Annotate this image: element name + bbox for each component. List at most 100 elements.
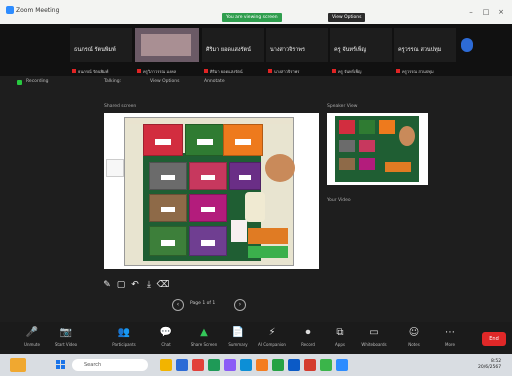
participant-video [141,34,191,56]
page-navigator: ‹ Page 1 of 1 › [172,299,250,311]
close-button[interactable]: × [496,8,506,16]
participant-name: นางสาวจิราพร [270,47,305,53]
muted-icon [204,69,208,73]
taskbar-app-icon[interactable] [304,359,316,371]
lesson-card[interactable] [189,162,227,190]
more-icon: ⋯ [445,327,455,338]
whiteboard-icon: ▭ [369,327,379,338]
shape-icon[interactable]: ▢ [114,280,128,290]
participant-sub: ครู จันทร์เพ็ญ [338,69,362,74]
lesson-card[interactable] [149,194,187,222]
annotate-menu[interactable]: Annotate [204,79,225,84]
weather-icon[interactable] [10,358,26,372]
minimize-button[interactable]: – [466,8,476,16]
shared-screen[interactable] [104,113,319,269]
notes-icon: ☺ [408,327,420,338]
lesson-card[interactable] [189,194,227,222]
save-icon[interactable]: ⤓ [142,280,156,290]
ai-companion-button[interactable]: ⚡ AI Companion [252,326,292,347]
title-bar: Zoom Meeting You are viewing screen View… [0,0,512,24]
participant-name: ศิริมา ยอดแสงรัตน์ [206,47,251,53]
maximize-button[interactable]: □ [481,8,491,16]
lesson-card[interactable] [149,226,187,256]
meeting-status-row: Recording Talking: View Options Annotate [0,78,512,90]
participant-tile[interactable]: ครูวรรณ สวนปทุม ครูวรรณ สวนปทุม [394,28,456,74]
lesson-card[interactable] [185,124,225,156]
camera-icon: 📷 [59,327,73,338]
participants-button[interactable]: 👥 Participants [104,326,144,347]
viewing-screen-pill[interactable]: You are viewing screen [222,13,282,22]
pen-icon[interactable]: ✎ [100,280,114,290]
lesson-card[interactable] [149,162,187,190]
taskbar-app-icon[interactable] [272,359,284,371]
undo-icon[interactable]: ↶ [128,280,142,290]
clock-date: 20/6/2567 [478,365,502,370]
participant-sub: ครูวรรณ สวนปทุม [402,69,434,74]
system-clock: 8:52 20/6/2567 [478,359,501,371]
participant-name: ครูวรรณ สวนปทุม [398,47,442,53]
muted-icon [332,69,336,73]
start-video-button[interactable]: 📷 Start Video [46,326,86,347]
taskbar-app-icon[interactable] [176,359,188,371]
notes-button[interactable]: ☺ Notes [394,326,434,347]
gallery-next-icon[interactable] [461,38,473,52]
taskbar-app-icon[interactable] [208,359,220,371]
more-button[interactable]: ⋯ More [430,326,470,347]
talking-label: Talking: [104,79,122,84]
side-panel-button[interactable] [106,159,124,177]
student-figure [245,192,265,222]
taskbar-app-icon[interactable] [192,359,204,371]
taskbar-app-icon[interactable] [224,359,236,371]
teacher-figure [231,220,247,242]
muted-icon [396,69,400,73]
muted-icon [137,69,141,73]
zoom-app-icon [6,6,14,14]
taskbar-app-icon[interactable] [240,359,252,371]
participant-tile[interactable]: ครูวิภาวรรณ มงคล [135,28,199,74]
participant-sub: ครูวิภาวรรณ มงคล [143,69,177,74]
classroom-board [124,117,295,266]
chat-button[interactable]: 💬 Chat [146,326,186,347]
taskbar-app-icon[interactable] [336,359,348,371]
windows-start-icon[interactable] [56,360,66,370]
next-page-icon[interactable]: › [234,299,246,311]
participant-tile[interactable]: นางสาวจิราพร นางสาวจิราพร [266,28,328,74]
window-title: Zoom Meeting [16,7,60,14]
muted-icon [268,69,272,73]
recording-label: Recording [26,79,49,84]
speaker-view[interactable] [327,113,428,185]
lesson-card[interactable] [143,124,183,156]
recording-icon [17,80,22,85]
participant-sub: ธนภรณ์ รัตนพิมพ์ [78,69,109,74]
end-meeting-button[interactable]: End [482,332,506,346]
participant-tile[interactable]: ศิริมา ยอดแสงรัตน์ ศิริมา ยอดแสงรัตน์ [202,28,264,74]
view-options-pill[interactable]: View Options [328,13,366,22]
taskbar-app-icon[interactable] [160,359,172,371]
taskbar-app-icon[interactable] [288,359,300,371]
taskbar-app-icon[interactable] [320,359,332,371]
lesson-card[interactable] [229,162,261,190]
score-panel [248,228,288,244]
participants-icon: 👥 [117,327,131,338]
erase-icon[interactable]: ⌫ [156,280,170,290]
whiteboards-button[interactable]: ▭ Whiteboards [354,326,394,347]
participant-tile[interactable]: ครู จันทร์เพ็ญ ครู จันทร์เพ็ญ [330,28,392,74]
taskbar-search[interactable]: Search [72,359,148,371]
taskbar-app-icon[interactable] [256,359,268,371]
os-taskbar: Search 8:52 20/6/2567 [0,354,512,376]
participant-sub: ศิริมา ยอดแสงรัตน์ [210,69,243,74]
speaker-thumbnail [335,116,419,182]
ai-companion-icon: ⚡ [268,327,276,338]
lesson-card[interactable] [223,124,263,156]
meeting-toolbar: 🎤 Unmute 📷 Start Video 👥 Participants 💬 Chat… [0,322,512,354]
view-options-menu[interactable]: View Options [150,79,179,84]
annotation-tools: ✎ ▢ ↶ ⤓ ⌫ [100,272,170,290]
owl-character [265,154,295,182]
participant-name: ครู จันทร์เพ็ญ [334,47,367,53]
prev-page-icon[interactable]: ‹ [172,299,184,311]
participant-tile[interactable]: ธนภรณ์ รัตนพิมพ์ ธนภรณ์ รัตนพิมพ์ [70,28,132,74]
participant-gallery: ธนภรณ์ รัตนพิมพ์ ธนภรณ์ รัตนพิมพ์ ครูวิภ… [0,24,512,76]
lesson-card[interactable] [189,226,227,256]
selfview-footer: Your Video [327,198,351,203]
participant-name: ธนภรณ์ รัตนพิมพ์ [74,47,116,53]
